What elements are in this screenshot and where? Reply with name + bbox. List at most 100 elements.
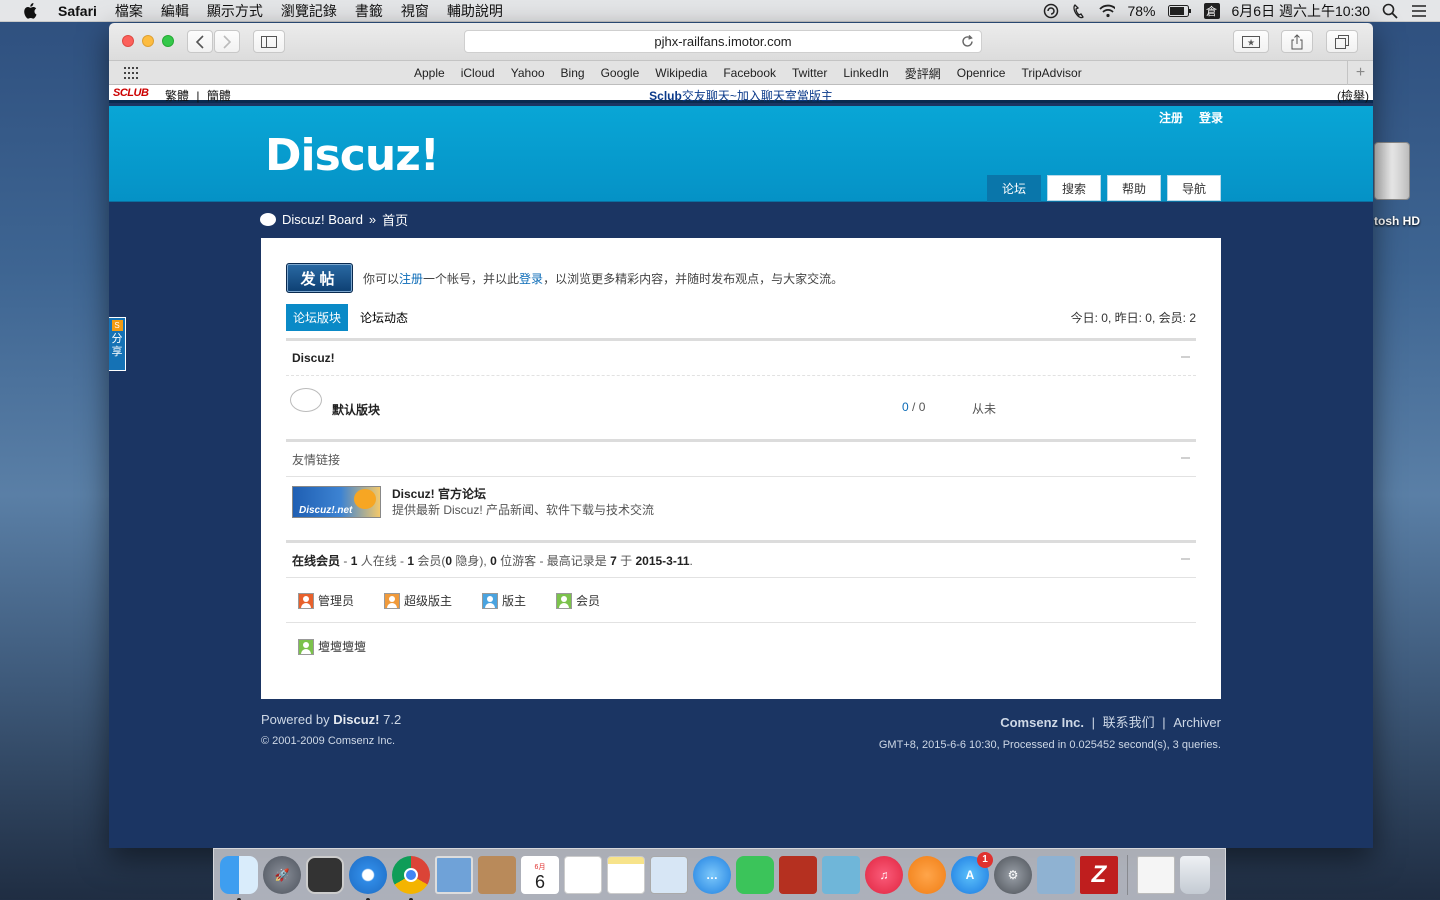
friend-link-title[interactable]: Discuz! 官方论坛 <box>392 485 486 502</box>
discuz-banner-logo[interactable]: Discuz!.net <box>292 486 381 518</box>
mission-control-icon[interactable] <box>306 855 344 894</box>
photo-booth-icon[interactable] <box>650 855 688 894</box>
favorite-apple[interactable]: Apple <box>406 66 453 80</box>
favorite-wikipedia[interactable]: Wikipedia <box>647 66 715 80</box>
collapse-icon[interactable] <box>1181 356 1190 358</box>
favorite-openrice-hk[interactable]: 愛評網 <box>897 65 949 82</box>
archiver-link[interactable]: Archiver <box>1173 715 1221 730</box>
favorite-yahoo[interactable]: Yahoo <box>503 66 553 80</box>
textedit-document-icon[interactable] <box>1137 855 1175 894</box>
scroll-lock-icon[interactable] <box>1043 3 1059 19</box>
fullscreen-window-button[interactable] <box>162 35 174 47</box>
collapse-icon[interactable] <box>1181 558 1190 560</box>
tab-forum-sections[interactable]: 论坛版块 <box>286 304 349 331</box>
online-guests: 0 <box>490 553 497 568</box>
notes-icon[interactable] <box>607 855 645 894</box>
menu-bookmarks[interactable]: 書籤 <box>346 1 392 21</box>
ibooks-icon[interactable] <box>908 855 946 894</box>
address-bar[interactable]: pjhx-railfans.imotor.com <box>464 30 982 53</box>
contacts-icon[interactable] <box>478 855 516 894</box>
favorite-openrice[interactable]: Openrice <box>949 66 1014 80</box>
menu-file[interactable]: 檔案 <box>106 1 152 21</box>
menu-history[interactable]: 瀏覽記錄 <box>272 1 346 21</box>
safari-icon[interactable] <box>349 855 387 900</box>
breadcrumb-board-link[interactable]: Discuz! Board <box>282 212 363 227</box>
battery-icon[interactable] <box>1167 3 1192 19</box>
admin-user-icon <box>298 592 314 609</box>
messages-icon[interactable]: … <box>693 855 731 894</box>
photo-icon[interactable] <box>779 855 817 894</box>
favorite-icloud[interactable]: iCloud <box>453 66 503 80</box>
back-button[interactable] <box>187 30 213 53</box>
reload-icon[interactable] <box>960 34 975 49</box>
share-sidebar-button[interactable]: S 分 享 <box>109 317 126 371</box>
top-sites-button[interactable]: ★ <box>1233 30 1269 53</box>
share-button[interactable] <box>1281 30 1313 53</box>
category-title[interactable]: Discuz! <box>292 351 335 365</box>
facetime-icon[interactable] <box>736 855 774 894</box>
menu-edit[interactable]: 編輯 <box>152 1 198 21</box>
register-link[interactable]: 注册 <box>1159 109 1183 126</box>
trash-icon[interactable] <box>1180 855 1210 894</box>
tab-forum-activity[interactable]: 论坛动态 <box>360 309 408 326</box>
spotlight-search-icon[interactable] <box>1382 3 1398 19</box>
itunes-icon[interactable]: ♫ <box>865 855 903 894</box>
menu-window[interactable]: 視窗 <box>392 1 438 21</box>
favorite-twitter[interactable]: Twitter <box>784 66 835 80</box>
login-link[interactable]: 登录 <box>1199 109 1223 126</box>
migration-assistant-icon[interactable] <box>1037 855 1075 894</box>
launchpad-icon[interactable]: 🚀 <box>263 855 301 894</box>
wifi-icon[interactable] <box>1099 3 1116 19</box>
reminders-icon[interactable] <box>564 855 602 894</box>
menu-view[interactable]: 顯示方式 <box>198 1 272 21</box>
report-link[interactable]: (檢舉) <box>1337 87 1369 104</box>
new-tab-plus-icon[interactable]: + <box>1347 61 1373 85</box>
nav-tab-search[interactable]: 搜索 <box>1047 175 1101 201</box>
notice-login-link[interactable]: 登录 <box>519 272 543 286</box>
online-user-link[interactable]: 壇壇壇壇 <box>318 638 366 655</box>
input-method-icon[interactable]: 倉 <box>1203 3 1220 19</box>
system-preferences-icon[interactable]: ⚙ <box>994 855 1032 894</box>
chrome-icon[interactable] <box>392 855 430 900</box>
share-s-icon: S <box>111 320 123 331</box>
phone-icon[interactable] <box>1071 3 1087 19</box>
favorite-facebook[interactable]: Facebook <box>715 66 784 80</box>
forum-row: 默认版块 0 / 0 从未 <box>286 377 1196 439</box>
menu-app-name[interactable]: Safari <box>52 3 106 19</box>
apple-menu-icon[interactable] <box>20 0 40 22</box>
nav-tab-navigation[interactable]: 导航 <box>1167 175 1221 201</box>
filezilla-icon[interactable]: Z <box>1080 855 1118 894</box>
main-nav: 论坛 搜索 帮助 导航 <box>987 175 1221 202</box>
forum-name-link[interactable]: 默认版块 <box>332 401 380 418</box>
sidebar-button[interactable] <box>253 30 285 53</box>
calendar-icon[interactable]: 6月 6 <box>521 855 559 894</box>
menubar-clock[interactable]: 6月6日 週六上午10:30 <box>1232 1 1371 21</box>
contact-link[interactable]: 联系我们 <box>1103 715 1155 730</box>
hard-drive-icon[interactable] <box>1374 142 1410 200</box>
favorite-tripadvisor[interactable]: TripAdvisor <box>1013 66 1089 80</box>
company-link[interactable]: Comsenz Inc. <box>1000 715 1084 730</box>
nav-tab-help[interactable]: 帮助 <box>1107 175 1161 201</box>
menu-help[interactable]: 輔助說明 <box>438 1 512 21</box>
new-post-button[interactable]: 发帖 <box>286 263 353 293</box>
app-store-icon[interactable]: A1 <box>951 851 993 894</box>
sclub-promo-link[interactable]: Sclub交友聊天~加入聊天室當版主 <box>109 87 1373 104</box>
notification-center-icon[interactable] <box>1410 3 1426 19</box>
close-window-button[interactable] <box>122 35 134 47</box>
notice-register-link[interactable]: 注册 <box>399 272 423 286</box>
iphoto-icon[interactable] <box>822 855 860 894</box>
finder-icon[interactable] <box>220 855 258 900</box>
collapse-icon[interactable] <box>1181 457 1190 459</box>
tabs-overview-button[interactable] <box>1326 30 1358 53</box>
minimize-window-button[interactable] <box>142 35 154 47</box>
forward-button[interactable] <box>214 30 240 53</box>
grid-icon[interactable] <box>124 67 138 79</box>
online-label[interactable]: 在线会员 <box>292 554 340 568</box>
discuz-logo[interactable]: Discuz! <box>265 130 440 181</box>
favorite-google[interactable]: Google <box>593 66 648 80</box>
preview-icon[interactable] <box>435 855 473 894</box>
favorite-linkedin[interactable]: LinkedIn <box>835 66 896 80</box>
discuz-link[interactable]: Discuz! <box>333 712 379 727</box>
favorite-bing[interactable]: Bing <box>553 66 593 80</box>
nav-tab-forum[interactable]: 论坛 <box>987 175 1041 202</box>
